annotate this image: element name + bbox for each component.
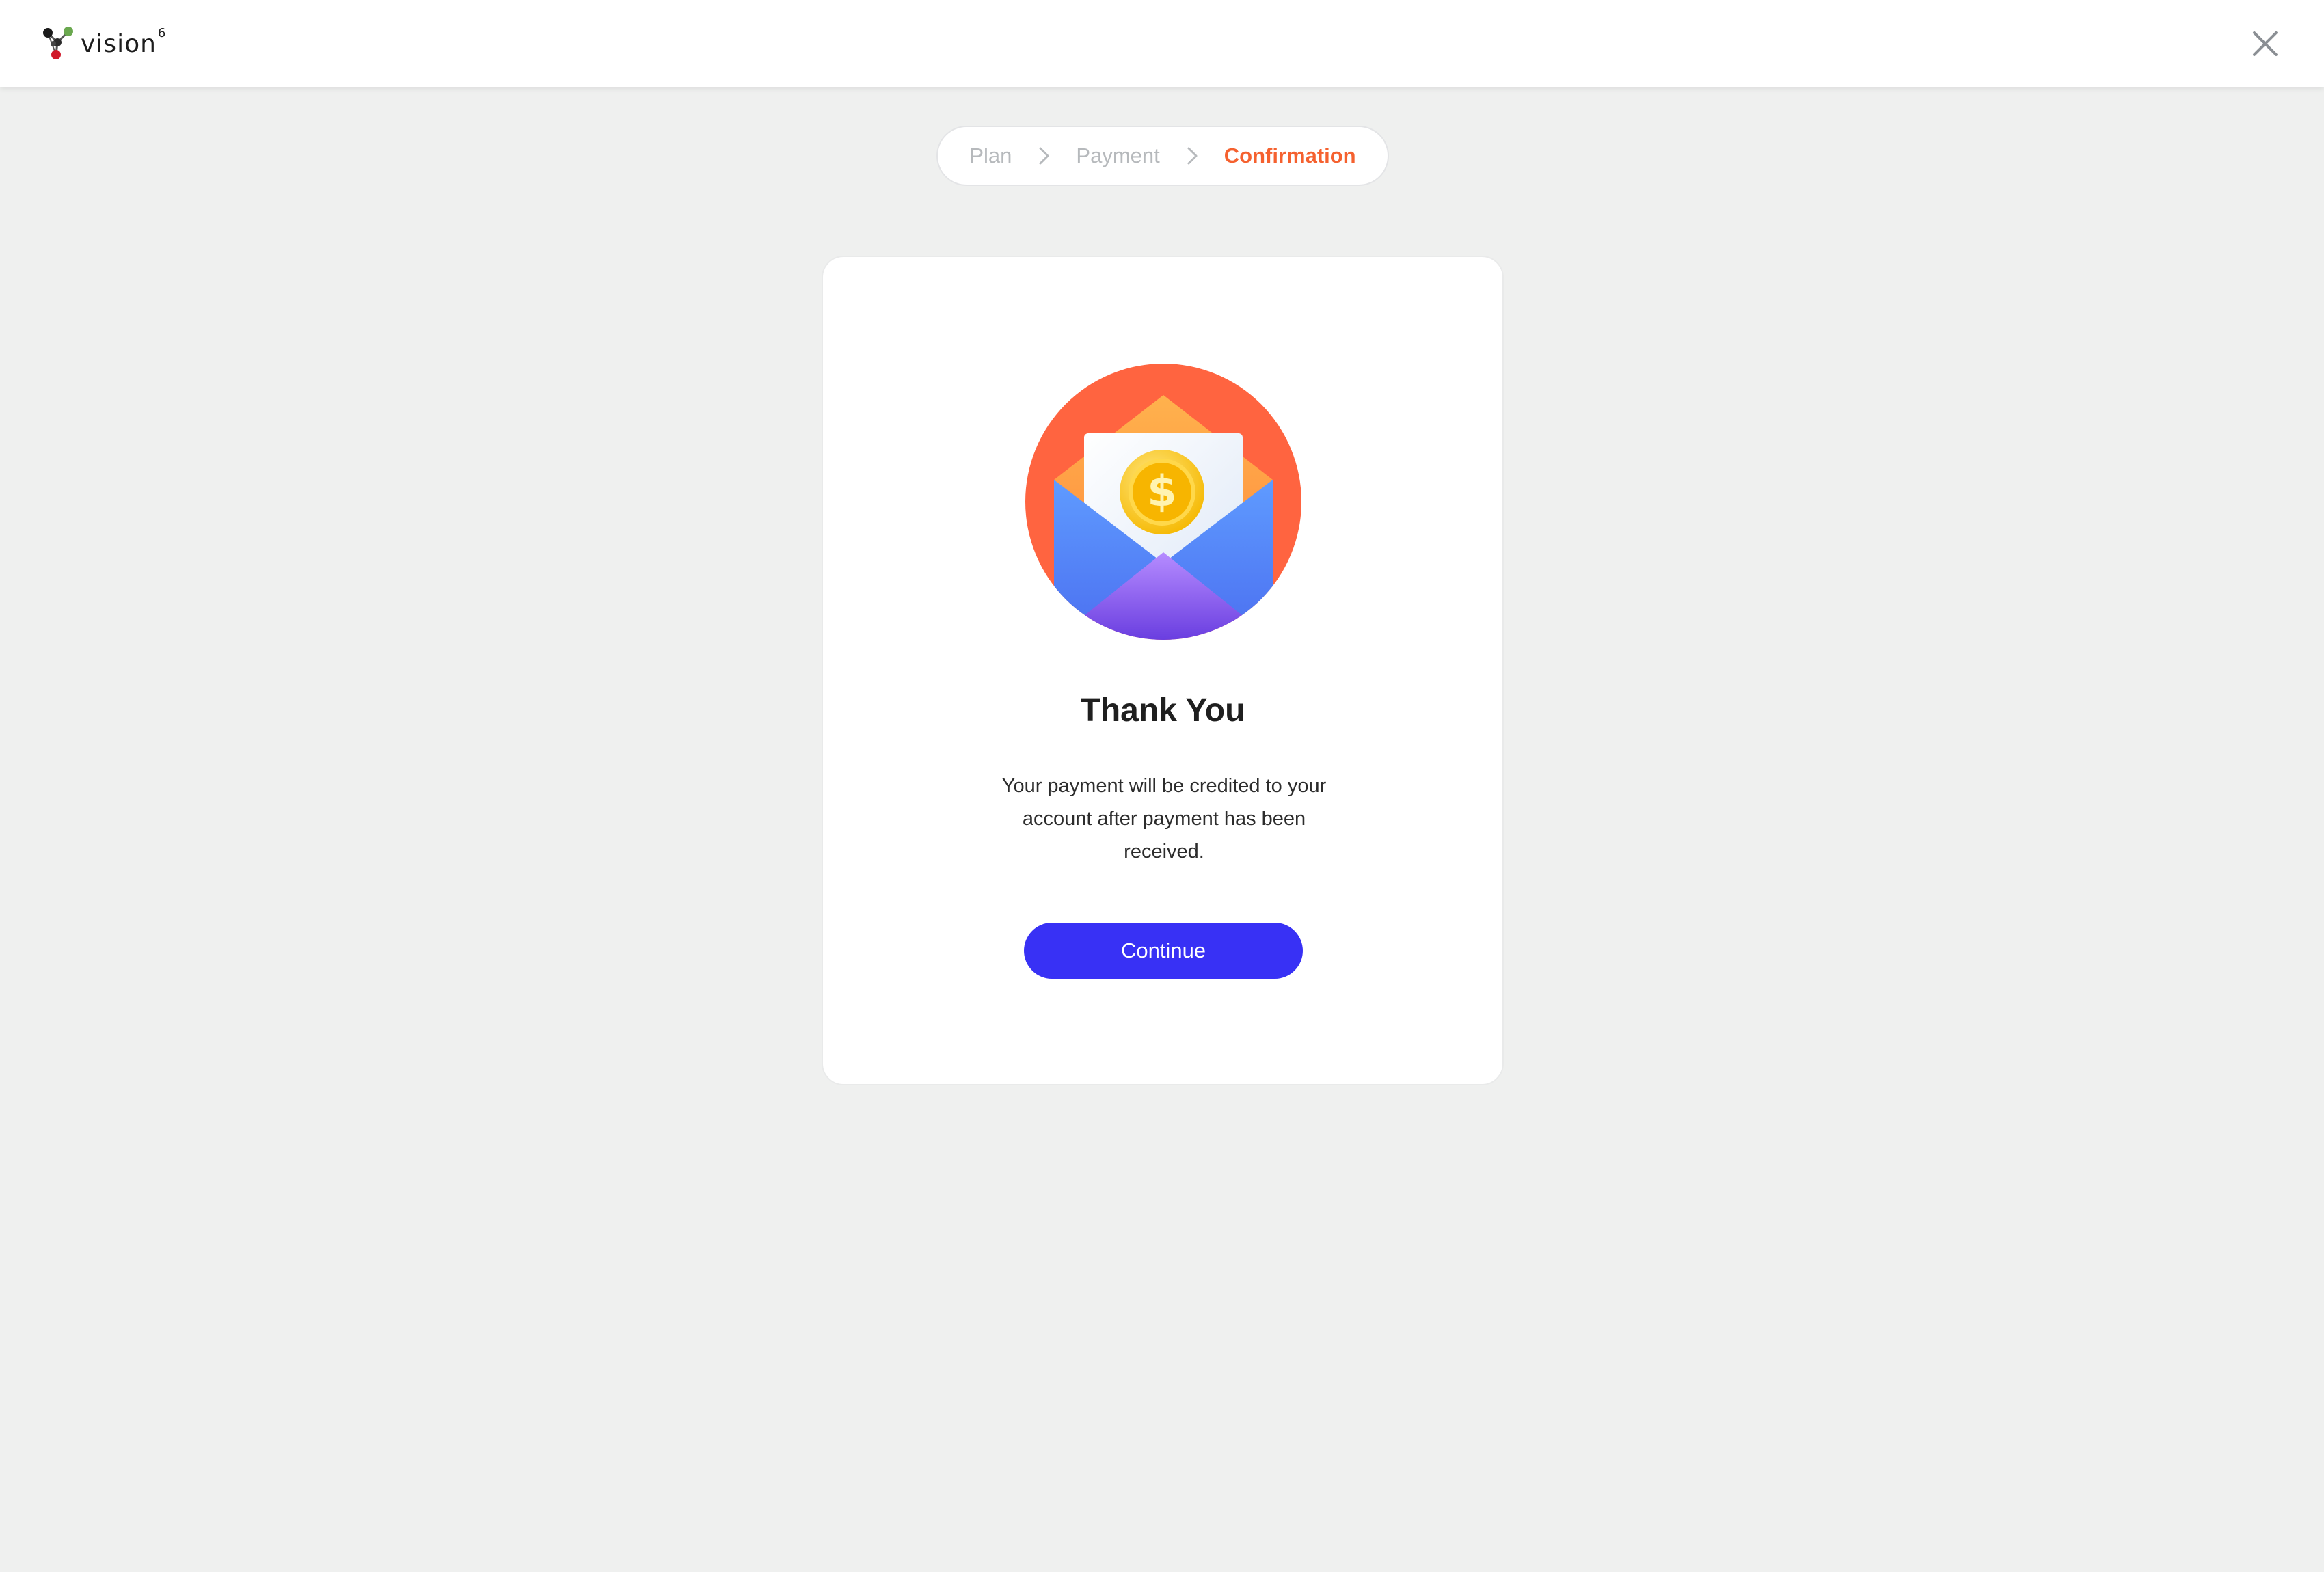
continue-button[interactable]: Continue [1024, 923, 1303, 979]
logo-mark-icon [43, 27, 73, 59]
chevron-right-icon [1039, 147, 1049, 165]
logo-text: vision [81, 29, 157, 58]
top-bar: vision 6 [0, 0, 2324, 87]
close-icon [2253, 31, 2278, 56]
progress-steps: Plan Payment Confirmation [936, 126, 1389, 186]
step-plan[interactable]: Plan [969, 144, 1012, 168]
confirmation-card: $ Thank You Your payment will be credite… [822, 256, 1504, 1085]
step-payment[interactable]: Payment [1076, 144, 1159, 168]
chevron-right-icon [1187, 147, 1198, 165]
vision6-logo[interactable]: vision 6 [41, 23, 165, 64]
svg-text:$: $ [1147, 466, 1176, 516]
confirmation-title: Thank You [1080, 692, 1245, 729]
envelope-coin-icon: $ [1025, 364, 1301, 640]
close-button[interactable] [2249, 27, 2282, 60]
confirmation-message: Your payment will be credited to your ac… [1001, 775, 1327, 863]
step-confirmation: Confirmation [1224, 144, 1356, 167]
logo-superscript: 6 [157, 25, 166, 40]
